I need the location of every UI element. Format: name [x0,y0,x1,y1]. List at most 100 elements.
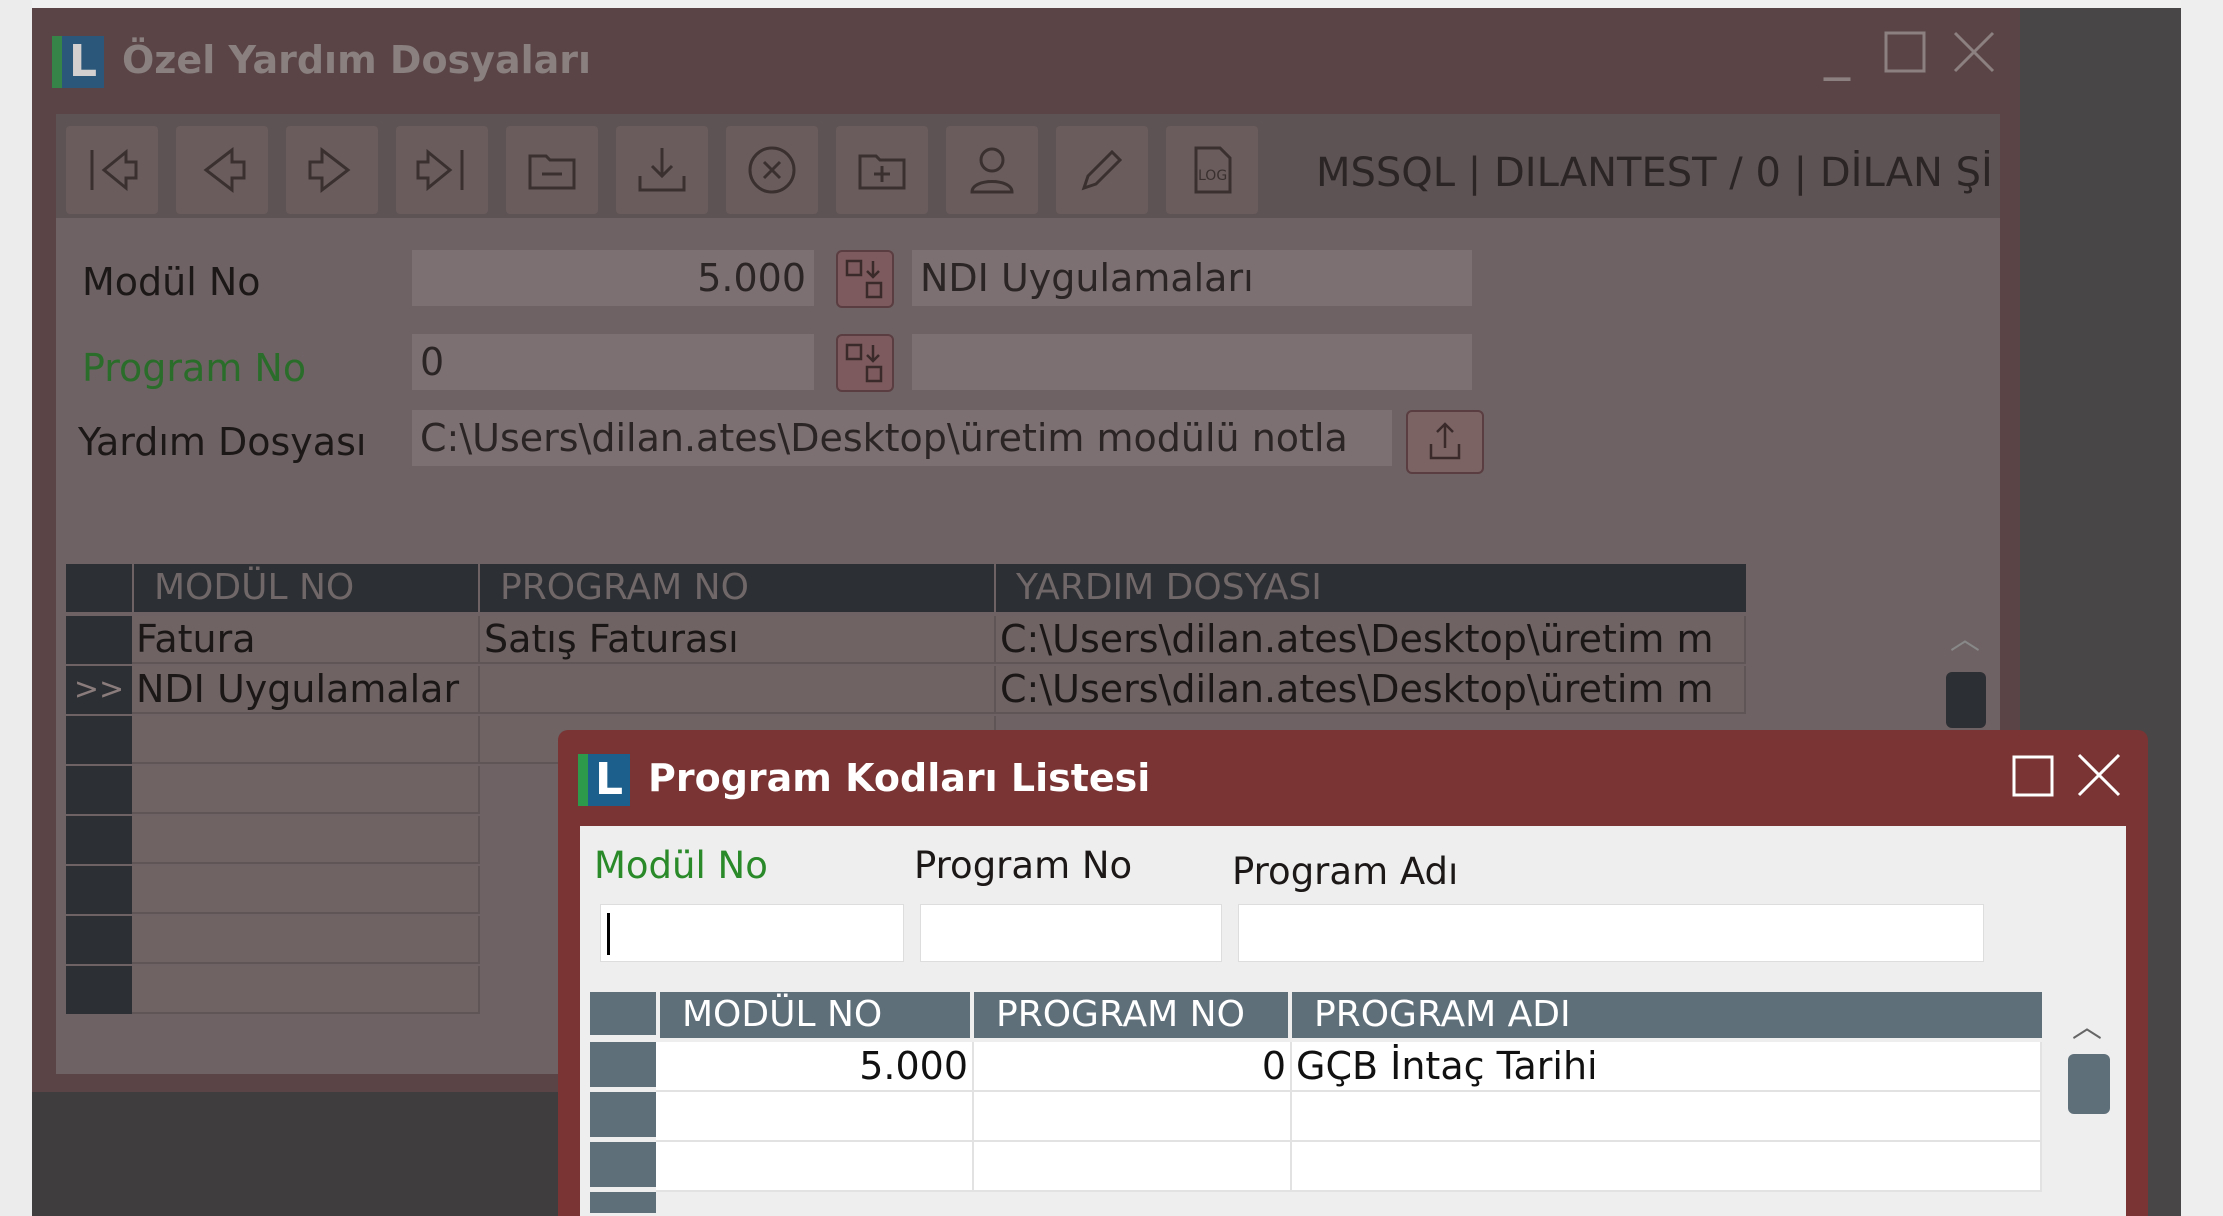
row-indicator-current[interactable]: >> [66,666,132,714]
table-row-cell[interactable] [480,666,996,714]
log-icon: LOG [1194,146,1232,194]
scroll-up-icon[interactable]: ︿ [2072,1002,2102,1046]
user-button[interactable] [946,126,1038,214]
svg-text:LOG: LOG [1198,168,1227,184]
cancel-circle-icon [748,146,796,194]
dialog-body: Modül No Program No Program Adı MODÜL NO… [580,826,2126,1216]
program-lookup-button[interactable] [836,334,894,392]
table-row-cell[interactable]: 5.000 [656,1042,974,1092]
user-icon [970,147,1014,194]
table-row-cell[interactable]: Fatura [132,616,480,664]
grid-corner [66,564,132,612]
table-row-cell[interactable]: GÇB İntaç Tarihi [1292,1042,2042,1092]
filter-modul-label: Modül No [594,844,768,887]
grid-scrollbar-thumb[interactable] [1946,672,1986,728]
row-indicator[interactable] [66,716,132,764]
previous-icon [203,146,246,194]
filter-adi-input[interactable] [1238,904,1984,962]
col-header-program-no[interactable]: PROGRAM NO [480,564,994,612]
row-indicator[interactable] [590,1192,656,1216]
text-caret [607,913,610,955]
col-header-program-no[interactable]: PROGRAM NO [974,992,1288,1038]
minimize-button[interactable]: _ [1824,26,1850,78]
col-header-modul-no[interactable]: MODÜL NO [660,992,970,1038]
pencil-icon [1081,149,1123,191]
delete-button[interactable] [726,126,818,214]
program-name-field [912,334,1472,390]
close-button[interactable] [1952,30,1996,83]
col-header-yardim-dosyasi[interactable]: YARDIM DOSYASI [996,564,1746,612]
upload-icon [1429,422,1461,460]
filter-adi-label: Program Adı [1232,850,1459,893]
lookup-icon [845,343,883,383]
maximize-icon [2012,755,2054,797]
program-codes-dialog: L Program Kodları Listesi Modül No Progr… [558,730,2148,1216]
maximize-button[interactable] [1884,30,1926,82]
close-icon [2077,753,2121,797]
row-indicator[interactable] [590,1092,656,1140]
empty-cell[interactable] [1292,1142,2042,1192]
table-row-cell[interactable]: C:\Users\dilan.ates\Desktop\üretim m [996,666,1746,714]
edit-button[interactable] [1056,126,1148,214]
modul-no-field[interactable]: 5.000 [412,250,814,306]
dialog-title: Program Kodları Listesi [648,756,1151,800]
row-indicator[interactable] [590,1042,656,1090]
program-no-label: Program No [82,346,307,390]
empty-cell[interactable] [974,1142,1292,1192]
empty-cell[interactable] [132,916,480,964]
modul-lookup-button[interactable] [836,250,894,308]
scroll-up-icon[interactable]: ︿ [1950,614,1980,658]
folder-plus-icon [858,154,906,190]
row-indicator[interactable] [66,616,132,664]
yardim-dosyasi-label: Yardım Dosyası [78,420,367,464]
empty-cell[interactable] [132,966,480,1014]
row-indicator[interactable] [66,966,132,1014]
lookup-icon [845,259,883,299]
empty-cell[interactable] [132,766,480,814]
save-button[interactable] [616,126,708,214]
first-record-button[interactable] [66,126,158,214]
table-row-cell[interactable]: NDI Uygulamalar [132,666,480,714]
filter-modul-input[interactable] [600,904,904,962]
close-icon [1953,31,1995,73]
table-row-cell[interactable]: 0 [974,1042,1292,1092]
empty-cell[interactable] [974,1092,1292,1142]
download-icon [638,148,686,192]
log-button[interactable]: LOG [1166,126,1258,214]
next-record-button[interactable] [286,126,378,214]
previous-record-button[interactable] [176,126,268,214]
col-header-modul-no[interactable]: MODÜL NO [134,564,478,612]
desktop-right-strip [2181,0,2223,1216]
dialog-close-button[interactable] [2076,752,2122,807]
empty-cell[interactable] [656,1092,974,1142]
main-titlebar: L Özel Yardım Dosyaları _ [32,8,2020,114]
empty-cell[interactable] [132,866,480,914]
upload-file-button[interactable] [1406,410,1484,474]
empty-cell[interactable] [132,716,480,764]
row-indicator[interactable] [66,766,132,814]
filter-program-input[interactable] [920,904,1222,962]
next-icon [308,146,351,194]
col-header-program-adi[interactable]: PROGRAM ADI [1292,992,2042,1038]
desktop-left-strip [0,0,32,1216]
empty-cell[interactable] [132,816,480,864]
row-indicator[interactable] [590,1142,656,1190]
empty-cell[interactable] [1292,1092,2042,1142]
table-row-cell[interactable]: Satış Faturası [480,616,996,664]
connection-status: MSSQL | DILANTEST / 0 | DİLAN ŞİR [1316,150,1996,196]
row-indicator[interactable] [66,816,132,864]
new-folder-button[interactable] [836,126,928,214]
empty-cell[interactable] [656,1142,974,1192]
yardim-dosyasi-field[interactable]: C:\Users\dilan.ates\Desktop\üretim modül… [412,410,1392,466]
clear-button[interactable] [506,126,598,214]
grid-scrollbar-thumb[interactable] [2068,1054,2110,1114]
table-row-cell[interactable]: C:\Users\dilan.ates\Desktop\üretim m [996,616,1746,664]
app-logo-icon: L [578,754,630,806]
row-indicator[interactable] [66,916,132,964]
dialog-maximize-button[interactable] [2012,754,2054,806]
modul-no-label: Modül No [82,260,261,304]
modul-name-field: NDI Uygulamaları [912,250,1472,306]
program-no-field[interactable]: 0 [412,334,814,390]
row-indicator[interactable] [66,866,132,914]
last-record-button[interactable] [396,126,488,214]
